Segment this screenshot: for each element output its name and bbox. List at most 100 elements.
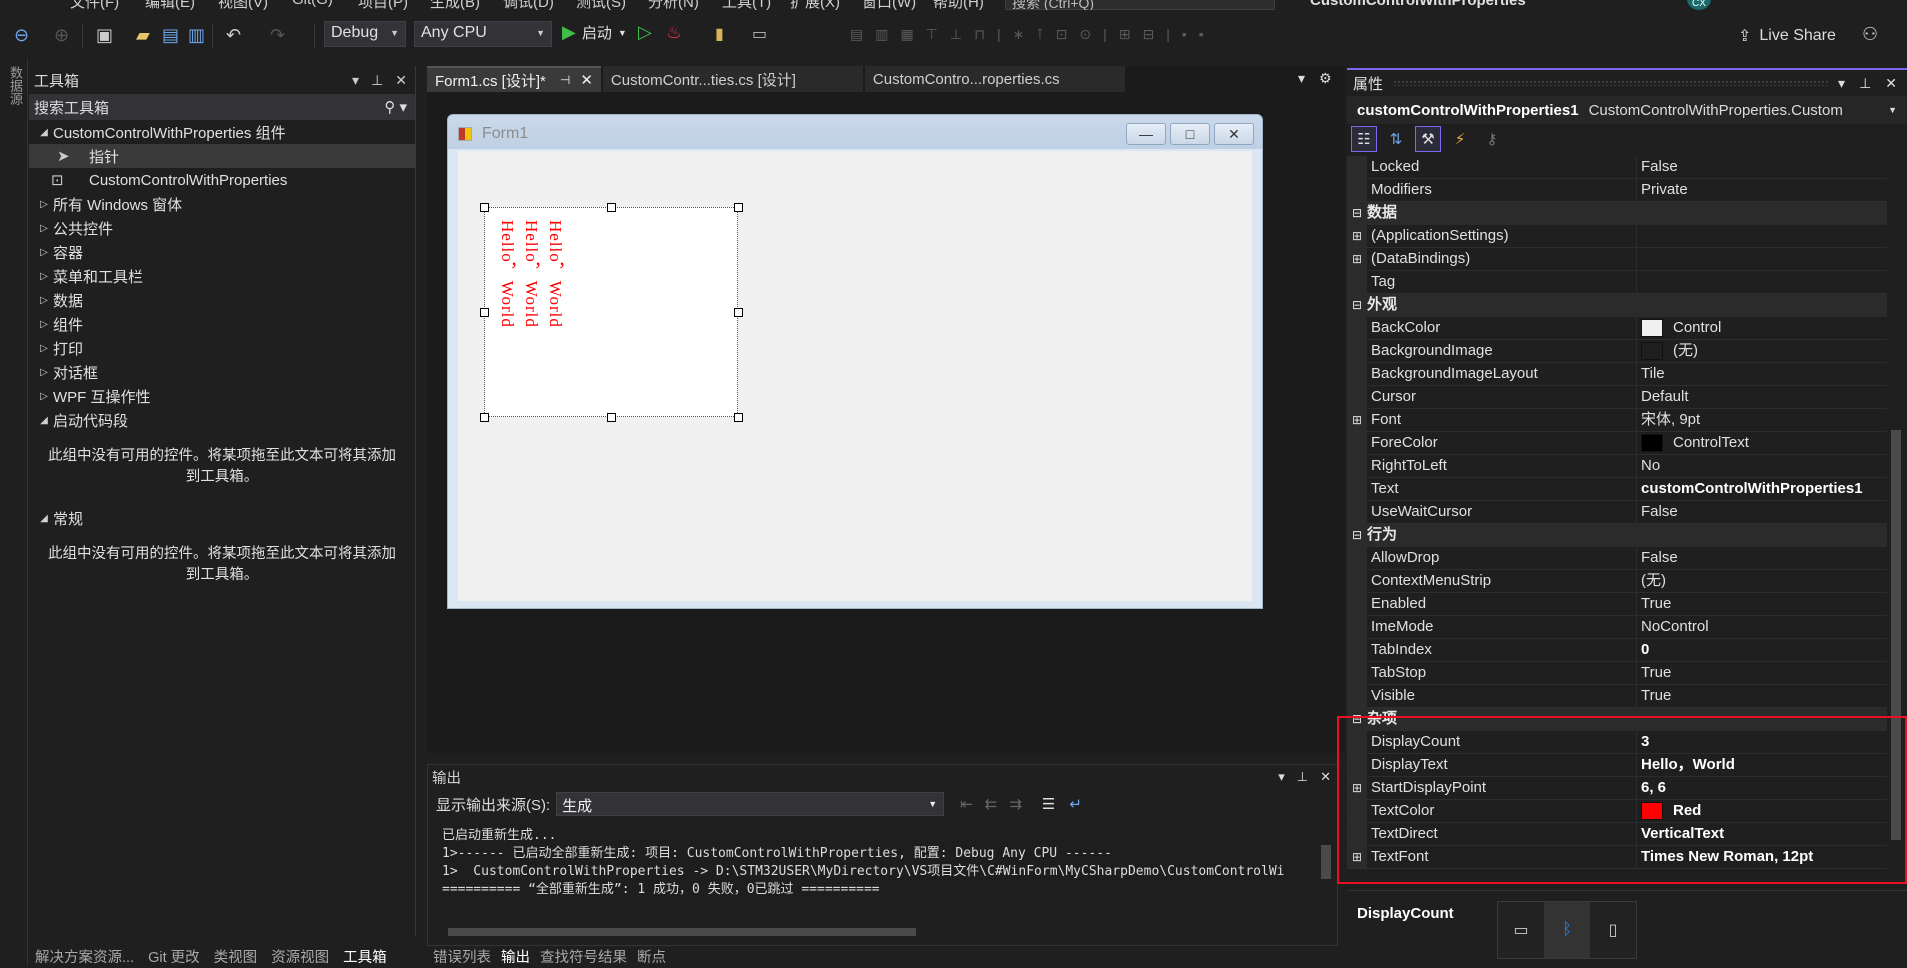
- collapse-icon[interactable]: ⊟: [1347, 202, 1367, 225]
- output-horizontal-scrollbar[interactable]: [434, 925, 1314, 939]
- events-icon[interactable]: ⚡: [1447, 126, 1473, 152]
- resize-handle[interactable]: [607, 203, 616, 212]
- data-sources-tab[interactable]: 数据源: [6, 66, 25, 105]
- property-row[interactable]: Tag: [1347, 271, 1887, 294]
- maximize-button[interactable]: □: [1170, 123, 1210, 145]
- save-icon[interactable]: ▤: [162, 24, 179, 46]
- menu-extensions[interactable]: 扩展(X): [790, 0, 840, 10]
- property-value[interactable]: False: [1637, 547, 1887, 569]
- tab-git-changes[interactable]: Git 更改: [148, 946, 200, 966]
- toolbox-group[interactable]: ▷ 打印: [29, 336, 415, 360]
- toolbox-group[interactable]: ▷ 组件: [29, 312, 415, 336]
- property-value[interactable]: No: [1637, 455, 1887, 477]
- property-category[interactable]: ⊟ 行为: [1347, 524, 1887, 547]
- property-value[interactable]: [1637, 225, 1887, 247]
- live-share-button[interactable]: ⇪ Live Share: [1738, 26, 1836, 46]
- scroll-thumb[interactable]: [448, 928, 916, 936]
- start-without-debug-icon[interactable]: ▷: [638, 22, 652, 43]
- tab-resource-view[interactable]: 资源视图: [271, 946, 329, 966]
- alphabetical-icon[interactable]: ⇅: [1383, 126, 1409, 152]
- property-row[interactable]: Visible True: [1347, 685, 1887, 708]
- property-value[interactable]: Tile: [1637, 363, 1887, 385]
- menu-git[interactable]: Git(G): [292, 0, 333, 8]
- expand-icon[interactable]: ⊞: [1347, 777, 1367, 799]
- hot-reload-icon[interactable]: ♨: [666, 22, 682, 43]
- property-row[interactable]: UseWaitCursor False: [1347, 501, 1887, 524]
- property-value[interactable]: (无): [1637, 340, 1887, 362]
- pin-icon[interactable]: ⊥: [371, 72, 383, 89]
- property-value[interactable]: Hello，World: [1637, 754, 1887, 776]
- toolbox-group[interactable]: ▷ 所有 Windows 窗体: [29, 192, 415, 216]
- categorized-icon[interactable]: ☷: [1351, 126, 1377, 152]
- property-value[interactable]: True: [1637, 685, 1887, 707]
- gear-icon[interactable]: ⚙: [1319, 70, 1332, 87]
- menu-project[interactable]: 项目(P): [358, 0, 408, 10]
- property-row[interactable]: RightToLeft No: [1347, 455, 1887, 478]
- property-value[interactable]: 6, 6: [1637, 777, 1887, 799]
- menu-file[interactable]: 文件(F): [70, 0, 119, 10]
- config-dropdown[interactable]: Debug ▼: [324, 21, 406, 47]
- property-value[interactable]: 3: [1637, 731, 1887, 753]
- property-value[interactable]: True: [1637, 593, 1887, 615]
- toolbox-group[interactable]: ▷ 数据: [29, 288, 415, 312]
- property-value[interactable]: Times New Roman, 12pt: [1637, 846, 1887, 868]
- output-nav-icons[interactable]: ⇤⇇⇉: [960, 795, 1034, 813]
- collapse-icon[interactable]: ⊟: [1347, 708, 1367, 731]
- output-text[interactable]: 已启动重新生成... 1>------ 已启动全部重新生成: 项目: Custom…: [428, 823, 1308, 923]
- tab-list-icon[interactable]: ▾: [1298, 70, 1305, 87]
- tab-solution-explorer[interactable]: 解决方案资源...: [35, 946, 134, 966]
- property-row[interactable]: BackgroundImageLayout Tile: [1347, 363, 1887, 386]
- toolbox-group[interactable]: ▷ 对话框: [29, 360, 415, 384]
- close-icon[interactable]: ✕: [580, 71, 593, 89]
- forward-icon[interactable]: ⊕: [54, 24, 69, 46]
- tab-class-view[interactable]: 类视图: [214, 946, 258, 966]
- start-button[interactable]: ▶ 启动 ▼: [562, 22, 627, 43]
- close-icon[interactable]: ✕: [395, 72, 407, 89]
- property-value[interactable]: VerticalText: [1637, 823, 1887, 845]
- open-folder-icon[interactable]: ▰: [136, 24, 150, 46]
- toolbox-group[interactable]: ◢ 常规: [29, 506, 415, 530]
- expand-icon[interactable]: ⊞: [1347, 248, 1367, 270]
- dropdown-icon[interactable]: ▾: [1838, 75, 1845, 92]
- property-row[interactable]: TabIndex 0: [1347, 639, 1887, 662]
- property-value[interactable]: Control: [1637, 317, 1887, 339]
- collapse-icon[interactable]: ⊟: [1347, 294, 1367, 317]
- layout-icon[interactable]: ▭: [752, 24, 767, 44]
- menu-tools[interactable]: 工具(T): [722, 0, 771, 10]
- new-project-icon[interactable]: ▣: [96, 24, 113, 46]
- tab-toolbox[interactable]: 工具箱: [343, 946, 387, 966]
- menu-window[interactable]: 窗口(W): [862, 0, 916, 10]
- scroll-thumb[interactable]: [1321, 845, 1331, 879]
- property-row[interactable]: TextDirect VerticalText: [1347, 823, 1887, 846]
- property-row[interactable]: TextColor Red: [1347, 800, 1887, 823]
- resize-handle[interactable]: [480, 203, 489, 212]
- toolbox-group[interactable]: ▷ 菜单和工具栏: [29, 264, 415, 288]
- undo-icon[interactable]: ↶: [226, 24, 241, 46]
- scroll-thumb[interactable]: [1891, 430, 1901, 840]
- property-value[interactable]: [1637, 248, 1887, 270]
- tab-breakpoints[interactable]: 断点: [637, 946, 666, 966]
- expand-icon[interactable]: ⊞: [1347, 409, 1367, 431]
- property-value[interactable]: Red: [1637, 800, 1887, 822]
- property-row[interactable]: AllowDrop False: [1347, 547, 1887, 570]
- resize-handle[interactable]: [480, 308, 489, 317]
- property-value[interactable]: ControlText: [1637, 432, 1887, 454]
- property-value[interactable]: True: [1637, 662, 1887, 684]
- tab-error-list[interactable]: 错误列表: [433, 946, 491, 966]
- property-row[interactable]: Cursor Default: [1347, 386, 1887, 409]
- toolbox-search-input[interactable]: 搜索工具箱 ⚲ ▾: [29, 94, 415, 120]
- property-value[interactable]: Default: [1637, 386, 1887, 408]
- property-row[interactable]: DisplayCount 3: [1347, 731, 1887, 754]
- find-folder-icon[interactable]: ▮: [715, 24, 724, 44]
- toolbox-group[interactable]: ▷ 容器: [29, 240, 415, 264]
- form-client-area[interactable]: Hello，World Hello，World Hello，World: [458, 151, 1252, 601]
- menu-view[interactable]: 视图(V): [218, 0, 268, 10]
- menu-debug[interactable]: 调试(D): [503, 0, 554, 10]
- feedback-icon[interactable]: ⚇: [1862, 24, 1878, 45]
- word-wrap-icon[interactable]: ↵: [1069, 795, 1082, 813]
- property-row[interactable]: ⊞ TextFont Times New Roman, 12pt: [1347, 846, 1887, 869]
- close-icon[interactable]: ✕: [1885, 75, 1897, 92]
- back-icon[interactable]: ⊖: [14, 24, 29, 46]
- property-category[interactable]: ⊟ 杂项: [1347, 708, 1887, 731]
- property-row[interactable]: Locked False: [1347, 156, 1887, 179]
